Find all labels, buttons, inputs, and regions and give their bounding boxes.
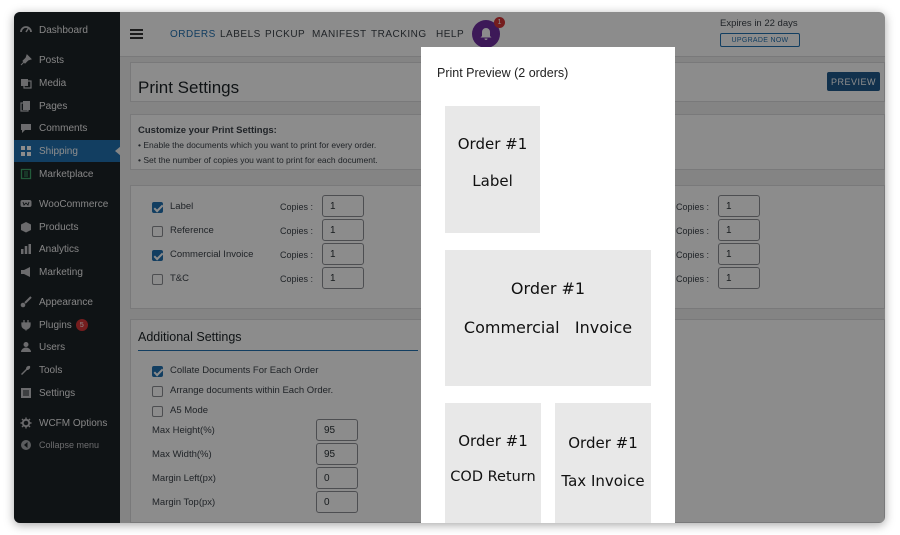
modal-title: Print Preview (2 orders): [437, 66, 569, 80]
preview-page-label: Order #1 Label: [445, 106, 540, 233]
preview-order-number: Order #1: [457, 135, 528, 153]
preview-document-type: Commercial Invoice: [463, 318, 633, 337]
preview-page-cod-return: Order #1 COD Return: [445, 403, 541, 523]
preview-document-type: Tax Invoice: [561, 472, 645, 490]
preview-page-tax-invoice: Order #1 Tax Invoice: [555, 403, 651, 523]
preview-order-number: Order #1: [510, 279, 586, 298]
preview-document-type: Label: [472, 172, 513, 190]
preview-order-number: Order #1: [568, 434, 638, 452]
preview-order-number: Order #1: [458, 432, 528, 450]
browser-frame: Dashboard Posts Media Pages Comments Shi…: [14, 12, 885, 523]
preview-page-commercial-invoice: Order #1 Commercial Invoice: [445, 250, 651, 386]
preview-document-type: COD Return: [450, 469, 536, 485]
print-preview-modal: Print Preview (2 orders) Order #1 Label …: [421, 47, 675, 523]
